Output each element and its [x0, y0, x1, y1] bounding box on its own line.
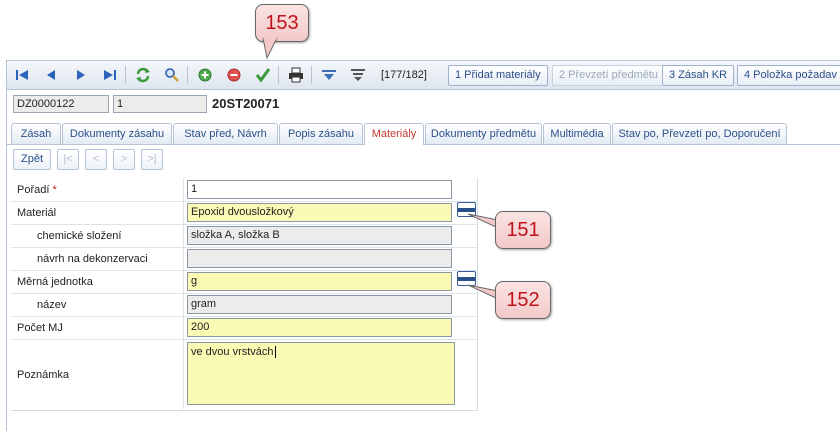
object-handover-button[interactable]: 2 Převzetí předmětu	[552, 65, 666, 86]
row-poznamka: Poznámka ve dvou vrstvách	[11, 339, 477, 409]
first-icon[interactable]	[13, 66, 31, 84]
tab-stav-pred-navrh[interactable]: Stav před, Návrh	[173, 123, 278, 144]
mj-label: Měrná jednotka	[17, 276, 93, 288]
material-form: Pořadí * 1 Materiál Epoxid dvousložkový …	[11, 178, 478, 411]
mj-input[interactable]: g	[187, 272, 452, 291]
prev-icon[interactable]	[42, 66, 60, 84]
nazev-label: název	[37, 299, 67, 311]
required-mark: *	[52, 184, 57, 196]
row-pocet: Počet MJ 200	[11, 316, 477, 340]
record-counter: [177/182]	[381, 69, 427, 81]
nazev-input: gram	[187, 295, 452, 314]
add-icon[interactable]	[196, 66, 214, 84]
divider	[183, 247, 184, 270]
poznamka-textarea[interactable]: ve dvou vrstvách	[187, 342, 455, 405]
clear-filter-icon[interactable]	[349, 66, 367, 84]
record-number-field: 1	[113, 95, 207, 113]
search-icon[interactable]	[163, 66, 181, 84]
toolbar: [177/182] 1 Přidat materiály 2 Převzetí …	[7, 61, 840, 90]
divider	[183, 178, 184, 201]
material-label: Materiál	[17, 207, 57, 219]
print-icon[interactable]	[287, 66, 305, 84]
confirm-icon[interactable]	[254, 66, 272, 84]
toolbar-separator	[125, 66, 126, 84]
tab-multimedia[interactable]: Multimédia	[543, 123, 611, 144]
tab-popis-zasahu[interactable]: Popis zásahu	[279, 123, 363, 144]
toolbar-separator	[187, 66, 188, 84]
toolbar-separator	[311, 66, 312, 84]
poradi-input[interactable]: 1	[187, 180, 452, 199]
callout-152: 152	[495, 281, 551, 319]
tab-dokumenty-zasahu[interactable]: Dokumenty zásahu	[62, 123, 172, 144]
tab-stav-po[interactable]: Stav po, Převzetí po, Doporučení	[612, 123, 787, 144]
tab-materialy[interactable]: Materiály	[364, 123, 424, 145]
toolbar-separator	[278, 66, 279, 84]
tab-zasah[interactable]: Zásah	[11, 123, 61, 144]
callout-153: 153	[255, 4, 309, 42]
divider	[183, 201, 184, 224]
first-record-button[interactable]: |<	[57, 149, 79, 170]
intervention-kr-button[interactable]: 3 Zásah KR	[662, 65, 735, 86]
last-icon[interactable]	[101, 66, 119, 84]
tab-bar: Zásah Dokumenty zásahu Stav před, Návrh …	[7, 123, 840, 145]
row-poradi: Pořadí * 1	[11, 178, 477, 202]
chem-input: složka A, složka B	[187, 226, 452, 245]
add-materials-button[interactable]: 1 Přidat materiály	[448, 65, 548, 86]
callout-151: 151	[495, 211, 551, 249]
pocet-input[interactable]: 200	[187, 318, 452, 337]
poznamka-label: Poznámka	[17, 369, 69, 381]
row-material: Materiál Epoxid dvousložkový	[11, 201, 477, 225]
prev-record-button[interactable]: <	[85, 149, 107, 170]
record-code-field: DZ0000122	[13, 95, 109, 113]
delete-icon[interactable]	[225, 66, 243, 84]
requirement-item-button[interactable]: 4 Položka požadav	[737, 65, 840, 86]
dekon-label: návrh na dekonzervaci	[37, 253, 148, 265]
callout-153-tail	[262, 38, 278, 60]
row-mj: Měrná jednotka g	[11, 270, 477, 294]
row-nazev: název gram	[11, 293, 477, 317]
poradi-label: Pořadí *	[17, 184, 57, 196]
main-frame: [177/182] 1 Přidat materiály 2 Převzetí …	[6, 60, 840, 431]
pocet-label: Počet MJ	[17, 322, 63, 334]
divider	[183, 270, 184, 293]
filter-icon[interactable]	[320, 66, 338, 84]
next-record-button[interactable]: >	[113, 149, 135, 170]
divider	[183, 293, 184, 316]
divider	[183, 316, 184, 339]
record-title: 20ST20071	[212, 96, 280, 111]
material-input[interactable]: Epoxid dvousložkový	[187, 203, 452, 222]
row-chem: chemické složení složka A, složka B	[11, 224, 477, 248]
divider	[183, 224, 184, 247]
back-button[interactable]: Zpět	[13, 149, 51, 170]
next-icon[interactable]	[72, 66, 90, 84]
divider	[183, 339, 184, 409]
refresh-icon[interactable]	[134, 66, 152, 84]
dekon-input	[187, 249, 452, 268]
row-dekon: návrh na dekonzervaci	[11, 247, 477, 271]
chem-label: chemické složení	[37, 230, 122, 242]
last-record-button[interactable]: >|	[141, 149, 163, 170]
tab-dokumenty-predmetu[interactable]: Dokumenty předmětu	[425, 123, 542, 144]
